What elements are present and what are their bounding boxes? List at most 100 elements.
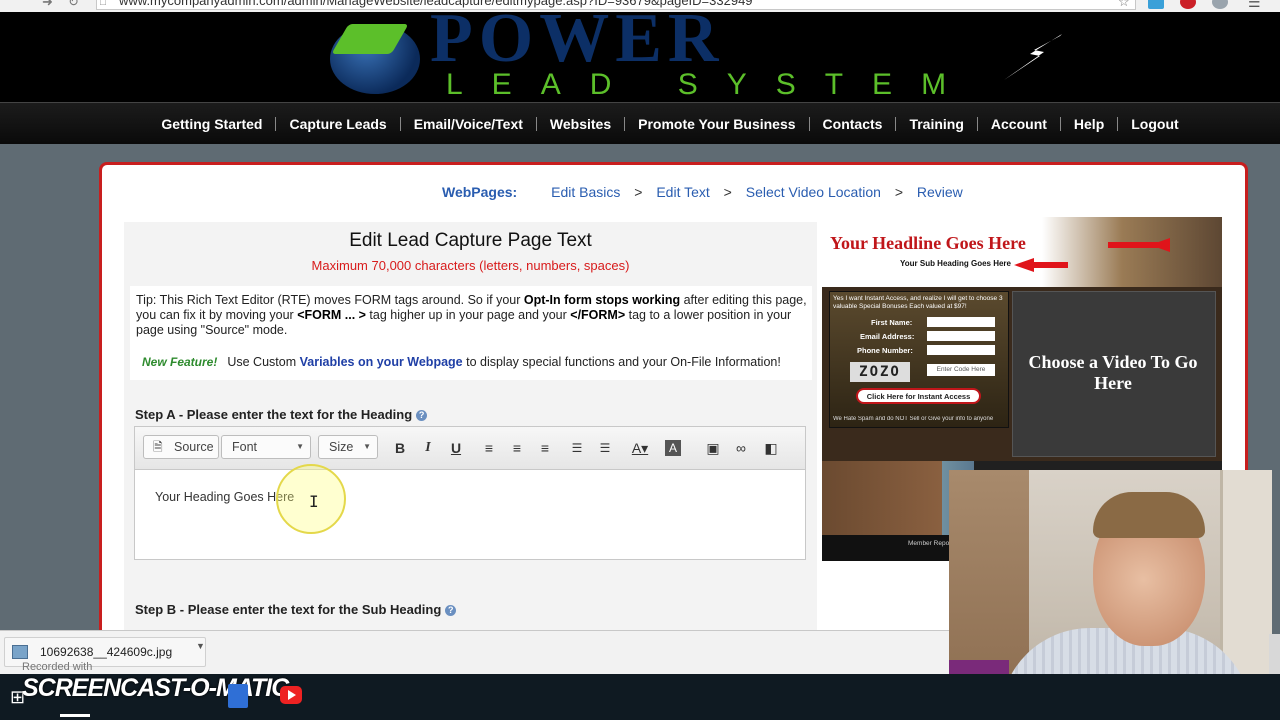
site-header: POWER LEAD SYSTEM <box>0 4 1280 102</box>
source-label: Source <box>174 440 214 454</box>
preview-subheading: Your Sub Heading Goes Here <box>900 259 1011 268</box>
menu-promote-your-business[interactable]: Promote Your Business <box>624 116 808 131</box>
heading-input-text[interactable]: Your Heading Goes Here <box>155 490 294 504</box>
chevron-down-icon: ▼ <box>296 442 304 451</box>
help-icon[interactable]: ? <box>445 605 457 616</box>
size-label: Size <box>329 440 354 454</box>
breadcrumb-edit-text[interactable]: Edit Text <box>656 184 709 200</box>
extension-icon[interactable] <box>1148 0 1164 9</box>
align-left-icon[interactable]: ≡ <box>479 438 499 458</box>
breadcrumb-separator: > <box>723 184 732 200</box>
menu-email-voice-text[interactable]: Email/Voice/Text <box>399 116 536 131</box>
font-label: Font <box>232 440 258 454</box>
breadcrumb-edit-basics[interactable]: Edit Basics <box>551 184 620 200</box>
bold-icon[interactable]: B <box>390 438 410 458</box>
variables-link[interactable]: Variables on your Webpage <box>300 355 463 369</box>
preview-spam-note: We Hate Spam and do NOT Sell or Give you… <box>833 416 994 422</box>
active-task-indicator <box>60 714 90 717</box>
help-icon[interactable]: ? <box>416 410 428 421</box>
rte-toolbar: 🗎 Source Font ▼ Size ▼ B I U ≡ ≡ ≡ ☰ ☰ A▾ A… <box>135 427 805 470</box>
chevron-down-icon[interactable]: ▼ <box>196 641 205 651</box>
background-color-icon[interactable]: A <box>665 440 681 456</box>
breadcrumb: WebPages: Edit Basics > Edit Text > Sele… <box>442 184 963 200</box>
breadcrumb-review[interactable]: Review <box>917 184 963 200</box>
menu-contacts[interactable]: Contacts <box>808 116 896 131</box>
preview-instant-access-button: Click Here for Instant Access <box>856 388 981 404</box>
page-edge <box>1269 634 1280 674</box>
red-arrow-icon <box>1014 258 1034 272</box>
main-menu: Getting Started Capture Leads Email/Voic… <box>0 102 1280 144</box>
step-b-text: Step B - Please enter the text for the S… <box>135 602 442 617</box>
docs-taskbar-icon[interactable] <box>228 684 248 708</box>
preview-first-name-field <box>927 317 995 327</box>
align-center-icon[interactable]: ≡ <box>507 438 527 458</box>
preview-first-name-label: First Name: <box>871 318 913 327</box>
new-feature-note: New Feature! Use Custom Variables on your… <box>142 355 781 369</box>
new-feature-text: Use Custom <box>227 355 300 369</box>
source-icon: 🗎 <box>153 440 163 454</box>
new-feature-text: to display special functions and your On… <box>462 355 781 369</box>
menu-icon[interactable]: ☰ <box>1248 0 1261 11</box>
tip-text: tag higher up in your page and your <box>365 308 571 322</box>
preview-captcha: ZOZO <box>850 362 910 382</box>
preview-phone-field <box>927 345 995 355</box>
bulleted-list-icon[interactable]: ☰ <box>595 438 615 458</box>
download-file-name: 10692638__424609c.jpg <box>40 645 173 659</box>
step-a-text: Step A - Please enter the text for the H… <box>135 407 413 422</box>
bookmark-star-icon[interactable]: ☆ <box>1118 0 1130 10</box>
breadcrumb-label: WebPages: <box>442 184 518 200</box>
webcam-person-hair <box>1093 492 1205 538</box>
align-right-icon[interactable]: ≡ <box>535 438 555 458</box>
text-color-icon[interactable]: A▾ <box>630 438 650 458</box>
recorded-with-label: Recorded with <box>22 661 93 673</box>
rte-tip: Tip: This Rich Text Editor (RTE) moves F… <box>136 293 812 338</box>
page-title: Edit Lead Capture Page Text <box>349 230 592 251</box>
character-limit-note: Maximum 70,000 characters (letters, numb… <box>311 258 630 273</box>
menu-training[interactable]: Training <box>895 116 976 131</box>
play-icon <box>288 690 296 700</box>
numbered-list-icon[interactable]: ☰ <box>567 438 587 458</box>
menu-getting-started[interactable]: Getting Started <box>148 117 275 131</box>
preview-phone-label: Phone Number: <box>857 346 913 355</box>
step-b-label: Step B - Please enter the text for the S… <box>135 602 457 617</box>
menu-logout[interactable]: Logout <box>1117 116 1191 131</box>
tip-bold: Opt-In form stops working <box>523 293 681 307</box>
forward-icon[interactable]: ➜ <box>42 0 53 10</box>
page-icon: □ <box>100 0 107 8</box>
tip-bold: </FORM> <box>570 308 626 322</box>
text-cursor-icon: I <box>309 492 319 511</box>
preview-form-intro: Yes I want Instant Access, and realize I… <box>833 295 1003 310</box>
size-select[interactable]: Size ▼ <box>318 435 378 459</box>
new-feature-badge: New Feature! <box>142 355 218 369</box>
menu-capture-leads[interactable]: Capture Leads <box>275 116 399 131</box>
reload-icon[interactable]: ↻ <box>68 0 79 10</box>
italic-icon[interactable]: I <box>418 438 438 458</box>
breadcrumb-select-video-location[interactable]: Select Video Location <box>746 184 881 200</box>
breadcrumb-separator: > <box>894 184 903 200</box>
preview-code-field: Enter Code Here <box>927 364 995 376</box>
source-button[interactable]: 🗎 Source <box>143 435 219 459</box>
menu-websites[interactable]: Websites <box>535 116 624 131</box>
lightning-bolt-icon <box>1004 34 1062 80</box>
tip-bold: <FORM ... > <box>297 308 366 322</box>
red-arrow-shaft <box>1032 262 1068 268</box>
image-icon[interactable]: ▣ <box>703 438 723 458</box>
breadcrumb-separator: > <box>634 184 643 200</box>
underline-icon[interactable]: U <box>446 438 466 458</box>
paste-icon[interactable]: ◧ <box>761 438 781 458</box>
tip-text: Tip: This Rich Text Editor (RTE) moves F… <box>136 293 524 307</box>
link-icon[interactable]: ∞ <box>731 438 751 458</box>
preview-headline: Your Headline Goes Here <box>830 233 1026 253</box>
preview-footer-text: Member Repo <box>908 540 950 547</box>
font-select[interactable]: Font ▼ <box>221 435 311 459</box>
image-file-icon <box>12 645 28 659</box>
menu-account[interactable]: Account <box>976 116 1060 131</box>
menu-help[interactable]: Help <box>1059 116 1117 131</box>
preview-email-field <box>927 331 995 341</box>
screencast-watermark: SCREENCAST-O-MATIC <box>22 674 289 702</box>
preview-optin-form <box>829 291 1009 428</box>
preview-email-label: Email Address: <box>860 332 915 341</box>
logo-power-text: POWER <box>430 0 725 77</box>
red-arrow-shaft <box>1108 242 1158 248</box>
logo-lead-system-text: LEAD SYSTEM <box>446 68 976 101</box>
